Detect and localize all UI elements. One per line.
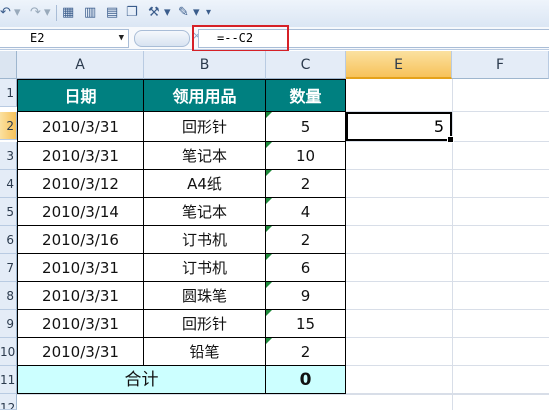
save-icon[interactable]: ▦ <box>62 3 74 23</box>
column-header-c[interactable]: C <box>266 51 346 79</box>
dropdown-icon[interactable]: ▾ <box>14 3 21 23</box>
cell-date[interactable]: 2010/3/31 <box>17 254 144 282</box>
gridline <box>346 253 549 254</box>
copy-icon[interactable]: ❐ <box>126 3 138 23</box>
column-header-f[interactable]: F <box>452 51 549 79</box>
column-header-b[interactable]: B <box>144 51 266 79</box>
cell-item[interactable]: 笔记本 <box>144 198 266 226</box>
gridline <box>346 365 549 366</box>
highlight-box <box>192 25 289 52</box>
cell-item[interactable]: 订书机 <box>144 226 266 254</box>
cell-quantity[interactable]: 4 <box>266 198 346 226</box>
quick-access-toolbar: ↶ ▾ ↷ ▾ ▦ ▥ ▤ ❐ ⚒ ▾ ✎ ▾ ▾ <box>0 0 549 28</box>
cell-date[interactable]: 2010/3/14 <box>17 198 144 226</box>
gridline <box>17 394 549 395</box>
dropdown-icon[interactable]: ▾ <box>164 3 171 23</box>
row-header-7[interactable]: 7 <box>0 254 17 282</box>
header-quantity[interactable]: 数量 <box>266 79 346 112</box>
header-item[interactable]: 领用用品 <box>144 79 266 112</box>
cell-date[interactable]: 2010/3/12 <box>17 170 144 198</box>
cell-quantity[interactable]: 15 <box>266 310 346 338</box>
chevron-down-icon[interactable]: ▼ <box>119 30 124 47</box>
cell-quantity[interactable]: 6 <box>266 254 346 282</box>
cell-date[interactable]: 2010/3/31 <box>17 282 144 310</box>
cell-date[interactable]: 2010/3/16 <box>17 226 144 254</box>
row-header-12[interactable]: 12 <box>0 394 17 410</box>
cell-quantity[interactable]: 5 <box>266 112 346 142</box>
cell-item[interactable]: 回形针 <box>144 310 266 338</box>
row-header-2[interactable]: 2 <box>0 112 17 140</box>
formula-buttons[interactable] <box>134 30 190 47</box>
gridline <box>346 225 549 226</box>
gridline <box>346 281 549 282</box>
row-header-8[interactable]: 8 <box>0 282 17 310</box>
row-header-6[interactable]: 6 <box>0 226 17 254</box>
gridline <box>452 79 453 410</box>
cell-item[interactable]: 圆珠笔 <box>144 282 266 310</box>
name-box[interactable]: E2 ▼ <box>0 29 129 48</box>
chart-icon[interactable]: ▥ <box>84 3 96 23</box>
separator <box>56 5 57 21</box>
cell-quantity[interactable]: 2 <box>266 226 346 254</box>
gridline <box>346 309 549 310</box>
dropdown-icon[interactable]: ▾ <box>44 3 51 23</box>
row-header-4[interactable]: 4 <box>0 170 17 198</box>
cell-quantity[interactable]: 2 <box>266 170 346 198</box>
active-cell-e2[interactable]: 5 <box>346 112 454 143</box>
column-header-e[interactable]: E <box>346 51 452 79</box>
cell-quantity[interactable]: 9 <box>266 282 346 310</box>
total-label[interactable]: 合计 <box>17 366 266 394</box>
total-value[interactable]: 0 <box>266 366 346 394</box>
cell-date[interactable]: 2010/3/31 <box>17 338 144 366</box>
row-header-9[interactable]: 9 <box>0 310 17 338</box>
customize-icon[interactable]: ▾ <box>206 3 211 23</box>
cell-item[interactable]: A4纸 <box>144 170 266 198</box>
row-header-5[interactable]: 5 <box>0 198 17 226</box>
header-date[interactable]: 日期 <box>17 79 144 112</box>
cell-item[interactable]: 笔记本 <box>144 142 266 170</box>
gridline <box>346 197 549 198</box>
redo-icon[interactable]: ↷ <box>30 3 41 23</box>
select-all-corner[interactable] <box>0 51 17 79</box>
cell-quantity[interactable]: 2 <box>266 338 346 366</box>
gridline <box>346 337 549 338</box>
cell-quantity[interactable]: 10 <box>266 142 346 170</box>
cell-date[interactable]: 2010/3/31 <box>17 112 144 142</box>
cell-date[interactable]: 2010/3/31 <box>17 142 144 170</box>
cell-item[interactable]: 订书机 <box>144 254 266 282</box>
edit-icon[interactable]: ✎ <box>178 3 189 23</box>
row-header-10[interactable]: 10 <box>0 338 17 366</box>
cell-item[interactable]: 铅笔 <box>144 338 266 366</box>
column-header-a[interactable]: A <box>17 51 144 79</box>
page-icon[interactable]: ▤ <box>106 3 118 23</box>
gridline <box>346 169 549 170</box>
tools-icon[interactable]: ⚒ <box>148 3 160 23</box>
dropdown-icon[interactable]: ▾ <box>193 3 200 23</box>
row-header-1[interactable]: 1 <box>0 79 17 107</box>
cell-item[interactable]: 回形针 <box>144 112 266 142</box>
row-header-3[interactable]: 3 <box>0 142 17 170</box>
name-box-value: E2 <box>30 31 45 45</box>
cell-date[interactable]: 2010/3/31 <box>17 310 144 338</box>
undo-icon[interactable]: ↶ <box>0 3 11 23</box>
row-header-11[interactable]: 11 <box>0 366 17 394</box>
